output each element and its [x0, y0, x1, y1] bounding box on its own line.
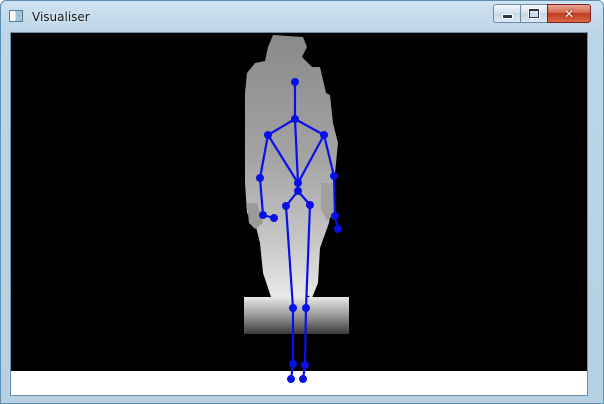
- joint-knee-right: [302, 304, 310, 312]
- joint-head: [291, 78, 299, 86]
- joint-ankle-left: [289, 360, 297, 368]
- joint-hip-right: [306, 201, 314, 209]
- app-window: Visualiser ✕: [0, 0, 604, 404]
- joint-knee-left: [289, 304, 297, 312]
- close-icon: ✕: [563, 6, 575, 21]
- skeleton-visualisation: [244, 35, 349, 383]
- app-window-icon[interactable]: [9, 10, 23, 22]
- joint-shoulder-right: [320, 131, 328, 139]
- joint-hip-center: [294, 187, 302, 195]
- window-title: Visualiser: [32, 10, 90, 24]
- joint-foot-left: [287, 375, 295, 383]
- maximize-icon: [529, 9, 539, 18]
- joint-hand-right: [334, 225, 342, 233]
- client-area: [10, 32, 588, 396]
- joint-wrist-right: [331, 212, 339, 220]
- minimize-icon: [501, 14, 513, 19]
- close-button[interactable]: ✕: [547, 4, 591, 23]
- joint-wrist-left: [259, 211, 267, 219]
- title-bar[interactable]: Visualiser ✕: [1, 1, 603, 31]
- joint-ankle-right: [301, 361, 309, 369]
- joint-hand-left: [270, 214, 278, 222]
- joint-shoulder-center: [291, 115, 299, 123]
- joint-shoulder-left: [264, 131, 272, 139]
- joint-elbow-right: [330, 172, 338, 180]
- joint-spine: [294, 179, 302, 187]
- minimize-button[interactable]: [493, 4, 521, 23]
- joint-elbow-left: [256, 174, 264, 182]
- maximize-button[interactable]: [520, 4, 548, 23]
- joint-hip-left: [282, 202, 290, 210]
- joint-foot-right: [299, 375, 307, 383]
- depth-viewport[interactable]: [11, 33, 587, 383]
